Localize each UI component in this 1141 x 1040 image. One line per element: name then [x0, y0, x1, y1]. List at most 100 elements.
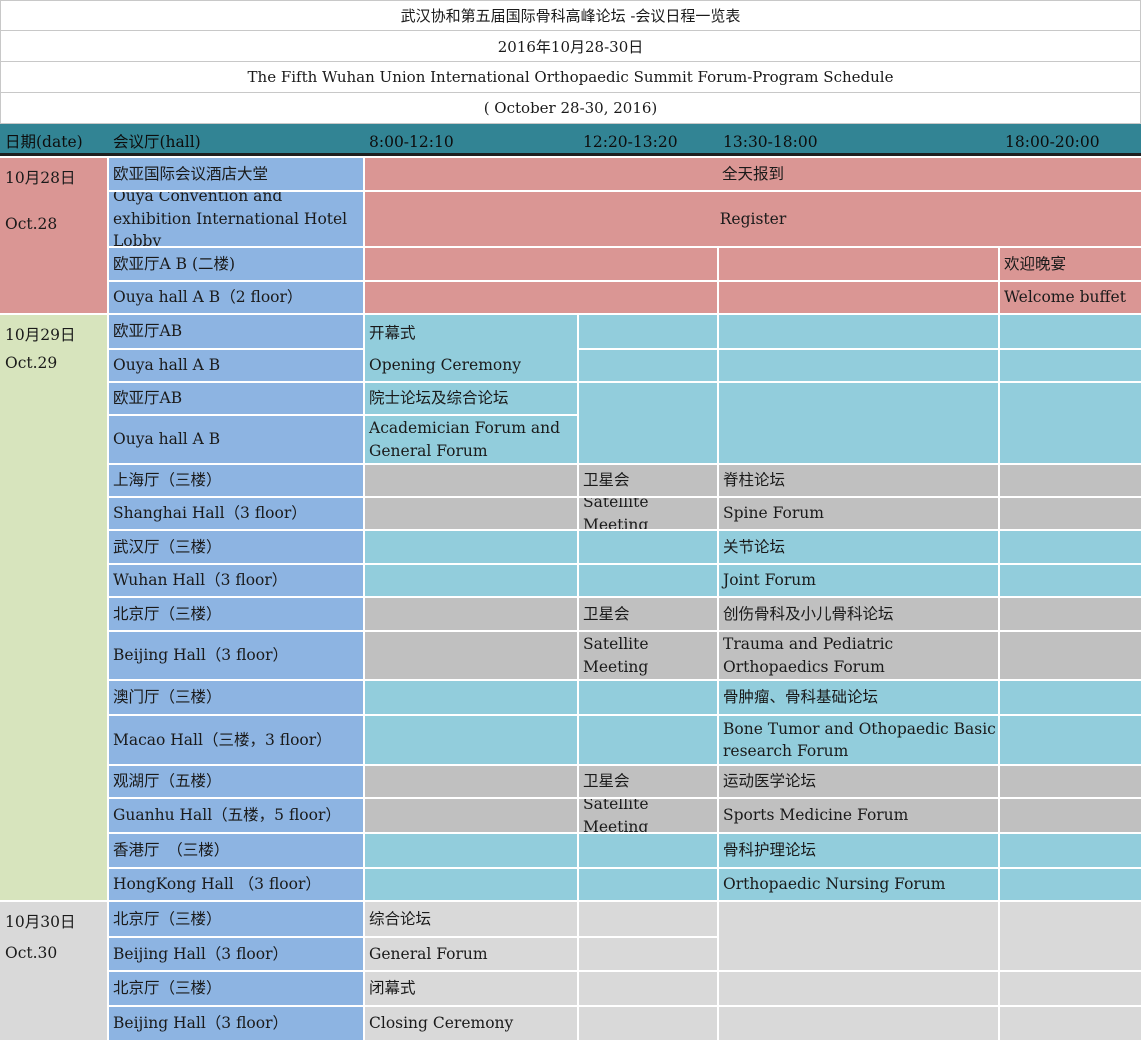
hall-macao-cn: 澳门厅（三楼） — [109, 681, 363, 714]
empty-cell — [579, 716, 717, 764]
schedule-sheet: 武汉协和第五届国际骨科高峰论坛 -会议日程一览表 2016年10月28-30日 … — [0, 0, 1141, 1040]
hall-beijing-en: Beijing Hall（3 floor） — [109, 938, 363, 970]
hall-ouya-lobby-en: Ouya Convention and exhibition Internati… — [109, 192, 363, 246]
hall-shanghai-en: Shanghai Hall（3 floor） — [109, 498, 363, 529]
empty-cell — [719, 282, 998, 313]
event-opening-en: Opening Ceremony — [369, 356, 521, 375]
hall-ouya-ab2-en: Ouya hall A B（2 floor） — [109, 282, 363, 313]
header-hall: 会议厅(hall) — [113, 133, 201, 151]
date-en: Oct.28 — [5, 215, 58, 233]
event-trauma-cn: 创伤骨科及小儿骨科论坛 — [719, 598, 998, 630]
event-satellite-en: Satellite Meeting — [579, 799, 717, 832]
event-opening-cn: 开幕式 — [369, 324, 416, 342]
hall-ouya-ab-cn: 欧亚厅AB — [109, 315, 363, 348]
empty-cell — [1000, 902, 1141, 970]
empty-cell — [719, 315, 998, 348]
empty-cell — [579, 565, 717, 596]
event-sports-en: Sports Medicine Forum — [719, 799, 998, 832]
header-date: 日期(date) — [5, 133, 83, 151]
empty-cell — [1000, 383, 1141, 463]
empty-cell — [365, 531, 577, 563]
empty-cell — [365, 716, 577, 764]
event-general-cn: 综合论坛 — [365, 902, 577, 936]
event-closing-cn: 闭幕式 — [365, 972, 577, 1005]
event-welcome-en: Welcome buffet — [1000, 282, 1141, 313]
hall-beijing-cn: 北京厅（三楼） — [109, 972, 363, 1005]
header-slot-afternoon: 13:30-18:00 — [723, 133, 818, 151]
empty-cell — [1000, 498, 1141, 529]
date-cn: 10月29日 — [5, 326, 76, 344]
hall-ouya-ab-en: Ouya hall A B — [109, 416, 363, 463]
hall-guanhu-cn: 观湖厅（五楼） — [109, 766, 363, 797]
hall-wuhan-en: Wuhan Hall（3 floor） — [109, 565, 363, 596]
event-tumor-cn: 骨肿瘤、骨科基础论坛 — [719, 681, 998, 714]
hall-hongkong-cn: 香港厅 （三楼） — [109, 834, 363, 867]
title-cn: 武汉协和第五届国际骨科高峰论坛 -会议日程一览表 — [0, 0, 1141, 31]
empty-cell — [365, 834, 577, 867]
empty-cell — [719, 972, 998, 1005]
event-closing-en: Closing Ceremony — [365, 1007, 577, 1040]
hall-beijing-cn: 北京厅（三楼） — [109, 598, 363, 630]
empty-cell — [1000, 681, 1141, 714]
event-satellite-en: Satellite Meeting — [579, 498, 717, 529]
empty-cell — [1000, 972, 1141, 1005]
event-sports-cn: 运动医学论坛 — [719, 766, 998, 797]
event-welcome-cn: 欢迎晚宴 — [1000, 248, 1141, 280]
hall-shanghai-cn: 上海厅（三楼） — [109, 465, 363, 496]
empty-cell — [1000, 565, 1141, 596]
header-slot-noon: 12:20-13:20 — [583, 133, 678, 151]
empty-cell — [579, 350, 717, 381]
hall-guanhu-en: Guanhu Hall（五楼，5 floor） — [109, 799, 363, 832]
empty-cell — [1000, 632, 1141, 679]
hall-ouya-lobby-cn: 欧亚国际会议酒店大堂 — [109, 158, 363, 190]
date-oct30: 10月30日 Oct.30 — [0, 902, 107, 1040]
empty-cell — [365, 681, 577, 714]
event-opening: 开幕式 Opening Ceremony — [365, 315, 577, 381]
empty-cell — [579, 383, 717, 463]
empty-cell — [365, 766, 577, 797]
empty-cell — [1000, 465, 1141, 496]
empty-cell — [1000, 598, 1141, 630]
date-oct29: 10月29日 Oct.29 — [0, 315, 107, 900]
empty-cell — [365, 282, 717, 313]
hall-ouya-ab-en: Ouya hall A B — [109, 350, 363, 381]
event-satellite-cn: 卫星会 — [579, 598, 717, 630]
event-general-en: General Forum — [365, 938, 577, 970]
event-nursing-en: Orthopaedic Nursing Forum — [719, 869, 998, 900]
empty-cell — [719, 248, 998, 280]
hall-ouya-ab-cn: 欧亚厅AB — [109, 383, 363, 414]
empty-cell — [365, 799, 577, 832]
empty-cell — [579, 1007, 717, 1040]
date-oct28: 10月28日 Oct.28 — [0, 158, 107, 313]
hall-macao-en: Macao Hall（三楼，3 floor） — [109, 716, 363, 764]
header-slot-evening: 18:00-20:00 — [1005, 133, 1100, 151]
date-en: Oct.29 — [5, 354, 58, 372]
empty-cell — [579, 531, 717, 563]
event-satellite-en: Satellite Meeting — [579, 632, 717, 679]
empty-cell — [579, 315, 717, 348]
empty-cell — [365, 598, 577, 630]
empty-cell — [579, 834, 717, 867]
title-en: The Fifth Wuhan Union International Orth… — [0, 62, 1141, 93]
hall-beijing-en: Beijing Hall（3 floor） — [109, 632, 363, 679]
event-joint-cn: 关节论坛 — [719, 531, 998, 563]
empty-cell — [579, 938, 717, 970]
empty-cell — [365, 465, 577, 496]
empty-cell — [1000, 1007, 1141, 1040]
event-academician-en: Academician Forum and General Forum — [365, 416, 577, 463]
event-nursing-cn: 骨科护理论坛 — [719, 834, 998, 867]
hall-ouya-ab2-cn: 欧亚厅A B (二楼) — [109, 248, 363, 280]
empty-cell — [365, 565, 577, 596]
empty-cell — [579, 869, 717, 900]
empty-cell — [719, 902, 998, 970]
event-academician-cn: 院士论坛及综合论坛 — [365, 383, 577, 414]
empty-cell — [579, 972, 717, 1005]
date-en: Oct.30 — [5, 944, 58, 962]
event-register-cn: 全天报到 — [365, 158, 1141, 190]
event-joint-en: Joint Forum — [719, 565, 998, 596]
empty-cell — [719, 1007, 998, 1040]
title-dates: 2016年10月28-30日 — [0, 31, 1141, 62]
event-satellite-cn: 卫星会 — [579, 465, 717, 496]
empty-cell — [719, 383, 998, 463]
empty-cell — [1000, 869, 1141, 900]
